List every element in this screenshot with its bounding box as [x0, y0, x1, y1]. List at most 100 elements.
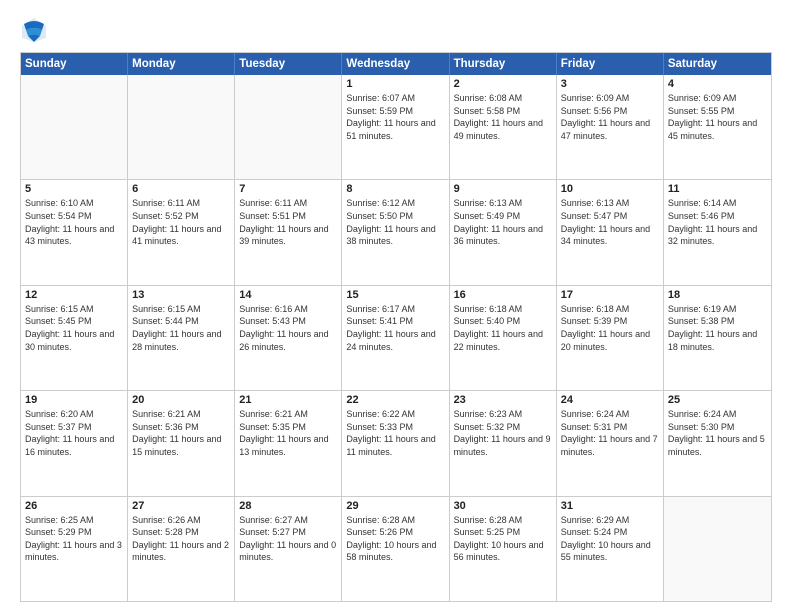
day-number: 28	[239, 500, 337, 512]
cal-day-7: 7 Sunrise: 6:11 AM Sunset: 5:51 PM Daylig…	[235, 180, 342, 284]
day-number: 5	[25, 183, 123, 195]
cal-day-21: 21Sunrise: 6:21 AM Sunset: 5:35 PM Dayli…	[235, 391, 342, 495]
day-info: Sunrise: 6:23 AM Sunset: 5:32 PM Dayligh…	[454, 408, 552, 458]
day-info: Sunrise: 6:09 AM Sunset: 5:55 PM Dayligh…	[668, 92, 767, 142]
cal-day-11: 11 Sunrise: 6:14 AM Sunset: 5:46 PM Dayli…	[664, 180, 771, 284]
day-number: 31	[561, 500, 659, 512]
cal-day-29: 29 Sunrise: 6:28 AM Sunset: 5:26 PM Dayli…	[342, 497, 449, 601]
day-info: Sunrise: 6:24 AM Sunset: 5:30 PM Dayligh…	[668, 408, 767, 458]
day-number: 3	[561, 78, 659, 90]
cal-day-20: 20 Sunrise: 6:21 AM Sunset: 5:36 PM Dayli…	[128, 391, 235, 495]
cal-day-16: 16 Sunrise: 6:18 AM Sunset: 5:40 PM Dayli…	[450, 286, 557, 390]
cal-day-25: 25 Sunrise: 6:24 AM Sunset: 5:30 PM Dayli…	[664, 391, 771, 495]
day-number: 22	[346, 394, 444, 406]
day-number: 25	[668, 394, 767, 406]
day-number: 24	[561, 394, 659, 406]
day-number: 30	[454, 500, 552, 512]
cal-header-tuesday: Tuesday	[235, 53, 342, 75]
day-number: 10	[561, 183, 659, 195]
day-number: 1	[346, 78, 444, 90]
cal-day-14: 14 Sunrise: 6:16 AM Sunset: 5:43 PM Dayli…	[235, 286, 342, 390]
day-info: Sunrise: 6:16 AM Sunset: 5:43 PM Dayligh…	[239, 303, 337, 353]
day-info: Sunrise: 6:24 AM Sunset: 5:31 PM Dayligh…	[561, 408, 659, 458]
day-number: 17	[561, 289, 659, 301]
cal-header-monday: Monday	[128, 53, 235, 75]
cal-day-19: 19 Sunrise: 6:20 AM Sunset: 5:37 PM Dayli…	[21, 391, 128, 495]
cal-day-empty	[128, 75, 235, 179]
day-number: 8	[346, 183, 444, 195]
cal-day-28: 28Sunrise: 6:27 AM Sunset: 5:27 PM Dayli…	[235, 497, 342, 601]
day-info: Sunrise: 6:09 AM Sunset: 5:56 PM Dayligh…	[561, 92, 659, 142]
day-info: Sunrise: 6:13 AM Sunset: 5:47 PM Dayligh…	[561, 197, 659, 247]
cal-day-5: 5Sunrise: 6:10 AM Sunset: 5:54 PM Daylig…	[21, 180, 128, 284]
cal-day-1: 1 Sunrise: 6:07 AM Sunset: 5:59 PM Daylig…	[342, 75, 449, 179]
cal-day-18: 18 Sunrise: 6:19 AM Sunset: 5:38 PM Dayli…	[664, 286, 771, 390]
cal-day-24: 24 Sunrise: 6:24 AM Sunset: 5:31 PM Dayli…	[557, 391, 664, 495]
day-info: Sunrise: 6:07 AM Sunset: 5:59 PM Dayligh…	[346, 92, 444, 142]
day-info: Sunrise: 6:14 AM Sunset: 5:46 PM Dayligh…	[668, 197, 767, 247]
day-number: 19	[25, 394, 123, 406]
day-info: Sunrise: 6:26 AM Sunset: 5:28 PM Dayligh…	[132, 514, 230, 564]
day-info: Sunrise: 6:21 AM Sunset: 5:35 PM Dayligh…	[239, 408, 337, 458]
cal-day-31: 31 Sunrise: 6:29 AM Sunset: 5:24 PM Dayli…	[557, 497, 664, 601]
day-number: 29	[346, 500, 444, 512]
cal-day-2: 2 Sunrise: 6:08 AM Sunset: 5:58 PM Daylig…	[450, 75, 557, 179]
cal-day-empty	[664, 497, 771, 601]
day-number: 14	[239, 289, 337, 301]
cal-week-4: 19 Sunrise: 6:20 AM Sunset: 5:37 PM Dayli…	[21, 390, 771, 495]
header	[20, 16, 772, 44]
calendar-header: SundayMondayTuesdayWednesdayThursdayFrid…	[21, 53, 771, 75]
cal-day-4: 4 Sunrise: 6:09 AM Sunset: 5:55 PM Daylig…	[664, 75, 771, 179]
day-info: Sunrise: 6:19 AM Sunset: 5:38 PM Dayligh…	[668, 303, 767, 353]
day-number: 18	[668, 289, 767, 301]
day-number: 4	[668, 78, 767, 90]
cal-week-5: 26 Sunrise: 6:25 AM Sunset: 5:29 PM Dayli…	[21, 496, 771, 601]
cal-day-10: 10 Sunrise: 6:13 AM Sunset: 5:47 PM Dayli…	[557, 180, 664, 284]
day-number: 23	[454, 394, 552, 406]
day-info: Sunrise: 6:20 AM Sunset: 5:37 PM Dayligh…	[25, 408, 123, 458]
cal-day-8: 8 Sunrise: 6:12 AM Sunset: 5:50 PM Daylig…	[342, 180, 449, 284]
day-number: 20	[132, 394, 230, 406]
cal-week-2: 5Sunrise: 6:10 AM Sunset: 5:54 PM Daylig…	[21, 179, 771, 284]
day-number: 16	[454, 289, 552, 301]
day-info: Sunrise: 6:12 AM Sunset: 5:50 PM Dayligh…	[346, 197, 444, 247]
calendar: SundayMondayTuesdayWednesdayThursdayFrid…	[20, 52, 772, 602]
day-number: 27	[132, 500, 230, 512]
day-info: Sunrise: 6:13 AM Sunset: 5:49 PM Dayligh…	[454, 197, 552, 247]
cal-header-sunday: Sunday	[21, 53, 128, 75]
calendar-body: 1 Sunrise: 6:07 AM Sunset: 5:59 PM Daylig…	[21, 75, 771, 601]
day-number: 26	[25, 500, 123, 512]
day-number: 6	[132, 183, 230, 195]
cal-week-3: 12Sunrise: 6:15 AM Sunset: 5:45 PM Dayli…	[21, 285, 771, 390]
day-info: Sunrise: 6:28 AM Sunset: 5:26 PM Dayligh…	[346, 514, 444, 564]
day-info: Sunrise: 6:18 AM Sunset: 5:40 PM Dayligh…	[454, 303, 552, 353]
cal-day-9: 9 Sunrise: 6:13 AM Sunset: 5:49 PM Daylig…	[450, 180, 557, 284]
day-info: Sunrise: 6:15 AM Sunset: 5:45 PM Dayligh…	[25, 303, 123, 353]
day-info: Sunrise: 6:17 AM Sunset: 5:41 PM Dayligh…	[346, 303, 444, 353]
cal-day-26: 26 Sunrise: 6:25 AM Sunset: 5:29 PM Dayli…	[21, 497, 128, 601]
day-info: Sunrise: 6:11 AM Sunset: 5:51 PM Dayligh…	[239, 197, 337, 247]
day-info: Sunrise: 6:29 AM Sunset: 5:24 PM Dayligh…	[561, 514, 659, 564]
day-number: 9	[454, 183, 552, 195]
logo-icon	[20, 16, 48, 44]
cal-day-6: 6Sunrise: 6:11 AM Sunset: 5:52 PM Daylig…	[128, 180, 235, 284]
day-info: Sunrise: 6:18 AM Sunset: 5:39 PM Dayligh…	[561, 303, 659, 353]
logo	[20, 16, 50, 44]
day-number: 7	[239, 183, 337, 195]
day-number: 11	[668, 183, 767, 195]
cal-header-wednesday: Wednesday	[342, 53, 449, 75]
cal-day-empty	[21, 75, 128, 179]
cal-day-15: 15Sunrise: 6:17 AM Sunset: 5:41 PM Dayli…	[342, 286, 449, 390]
day-info: Sunrise: 6:25 AM Sunset: 5:29 PM Dayligh…	[25, 514, 123, 564]
day-number: 2	[454, 78, 552, 90]
page: SundayMondayTuesdayWednesdayThursdayFrid…	[0, 0, 792, 612]
day-info: Sunrise: 6:08 AM Sunset: 5:58 PM Dayligh…	[454, 92, 552, 142]
cal-day-22: 22Sunrise: 6:22 AM Sunset: 5:33 PM Dayli…	[342, 391, 449, 495]
day-info: Sunrise: 6:15 AM Sunset: 5:44 PM Dayligh…	[132, 303, 230, 353]
day-info: Sunrise: 6:28 AM Sunset: 5:25 PM Dayligh…	[454, 514, 552, 564]
cal-header-thursday: Thursday	[450, 53, 557, 75]
cal-day-30: 30 Sunrise: 6:28 AM Sunset: 5:25 PM Dayli…	[450, 497, 557, 601]
day-info: Sunrise: 6:21 AM Sunset: 5:36 PM Dayligh…	[132, 408, 230, 458]
cal-header-friday: Friday	[557, 53, 664, 75]
cal-header-saturday: Saturday	[664, 53, 771, 75]
